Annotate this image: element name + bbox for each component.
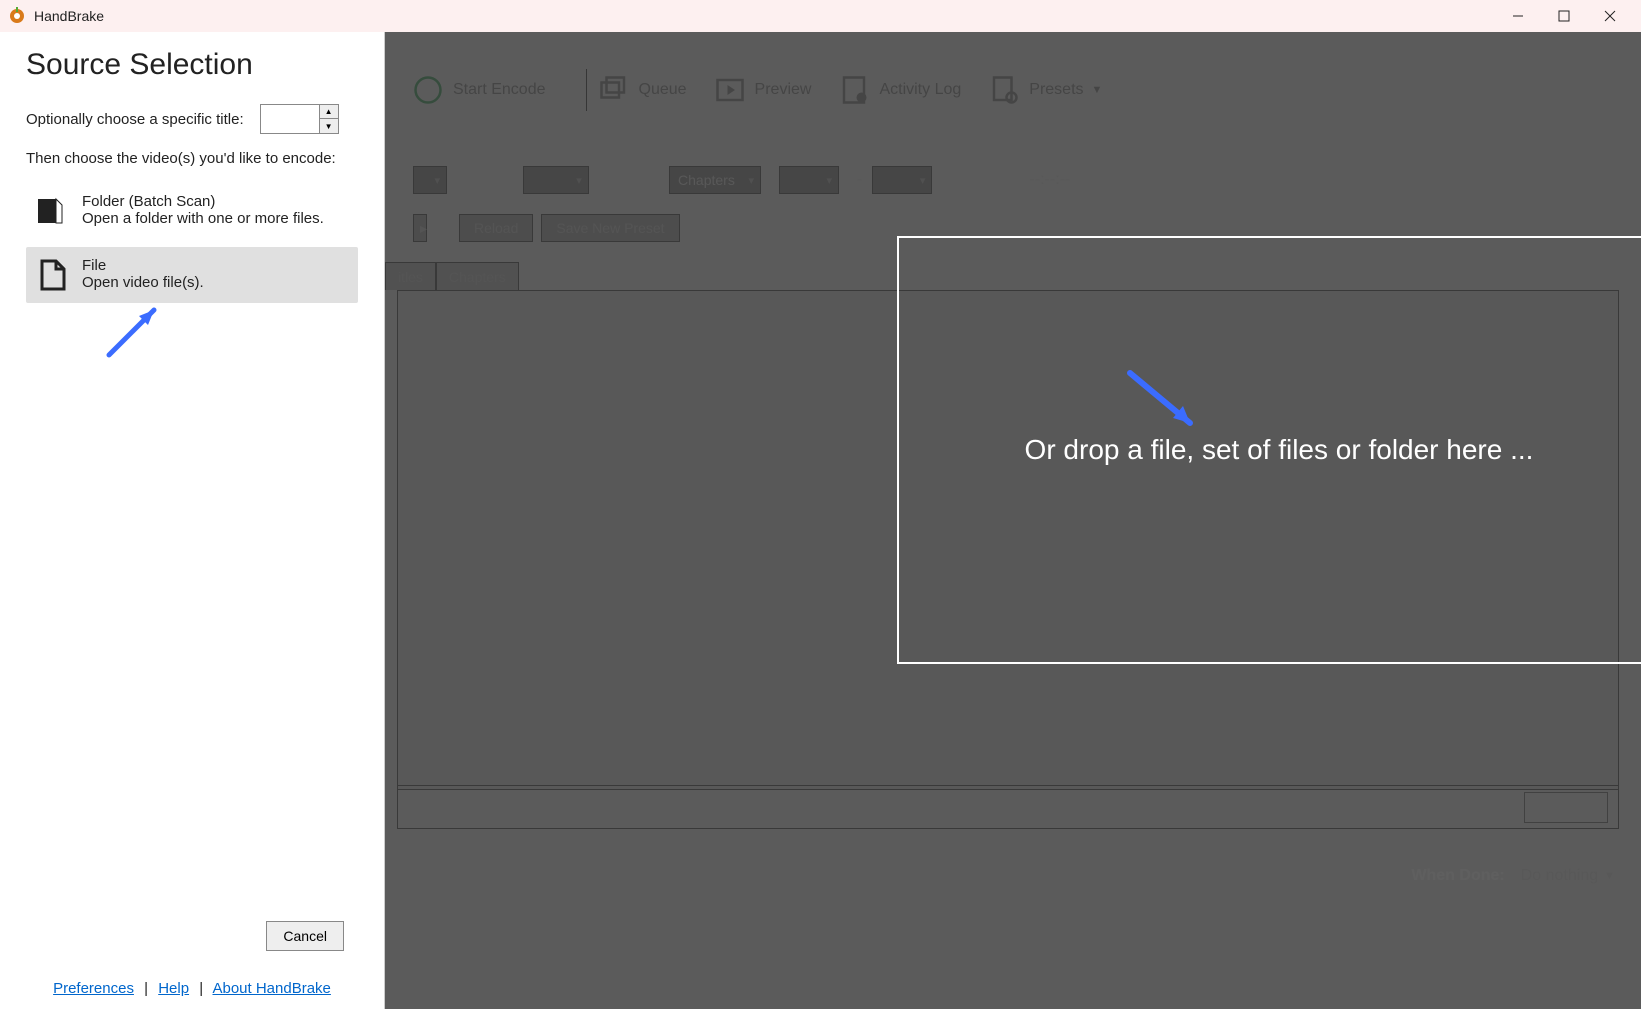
preferences-link[interactable]: Preferences xyxy=(53,980,134,997)
source-selection-panel: Source Selection Optionally choose a spe… xyxy=(0,32,385,1009)
close-button[interactable] xyxy=(1587,0,1633,32)
file-desc: Open video file(s). xyxy=(82,274,204,291)
instruction-text: Then choose the video(s) you'd like to e… xyxy=(26,150,358,167)
folder-option[interactable]: Folder (Batch Scan) Open a folder with o… xyxy=(26,183,358,239)
folder-title: Folder (Batch Scan) xyxy=(82,193,324,210)
help-link[interactable]: Help xyxy=(158,980,189,997)
drop-zone[interactable]: Or drop a file, set of files or folder h… xyxy=(897,236,1641,664)
titlebar: HandBrake xyxy=(0,0,1641,32)
folder-desc: Open a folder with one or more files. xyxy=(82,210,324,227)
file-option[interactable]: File Open video file(s). xyxy=(26,247,358,303)
main-panel: Start Encode Queue Preview Activity Log … xyxy=(385,32,1641,1009)
title-input[interactable] xyxy=(261,105,319,133)
window-controls xyxy=(1495,0,1633,32)
cancel-button[interactable]: Cancel xyxy=(266,921,344,951)
maximize-button[interactable] xyxy=(1541,0,1587,32)
title-label: Optionally choose a specific title: xyxy=(26,111,244,128)
annotation-arrow-icon xyxy=(104,300,164,360)
folder-icon xyxy=(34,193,70,229)
file-title: File xyxy=(82,257,204,274)
spin-up-button[interactable]: ▲ xyxy=(320,105,338,119)
drop-text: Or drop a file, set of files or folder h… xyxy=(1025,434,1534,466)
title-spinbox[interactable]: ▲ ▼ xyxy=(260,104,339,134)
file-icon xyxy=(34,257,70,293)
handbrake-icon xyxy=(8,7,26,25)
spin-down-button[interactable]: ▼ xyxy=(320,119,338,133)
about-link[interactable]: About HandBrake xyxy=(212,980,330,997)
source-heading: Source Selection xyxy=(26,48,358,82)
footer-links: Preferences | Help | About HandBrake xyxy=(0,980,384,997)
minimize-button[interactable] xyxy=(1495,0,1541,32)
window-title: HandBrake xyxy=(34,8,104,24)
